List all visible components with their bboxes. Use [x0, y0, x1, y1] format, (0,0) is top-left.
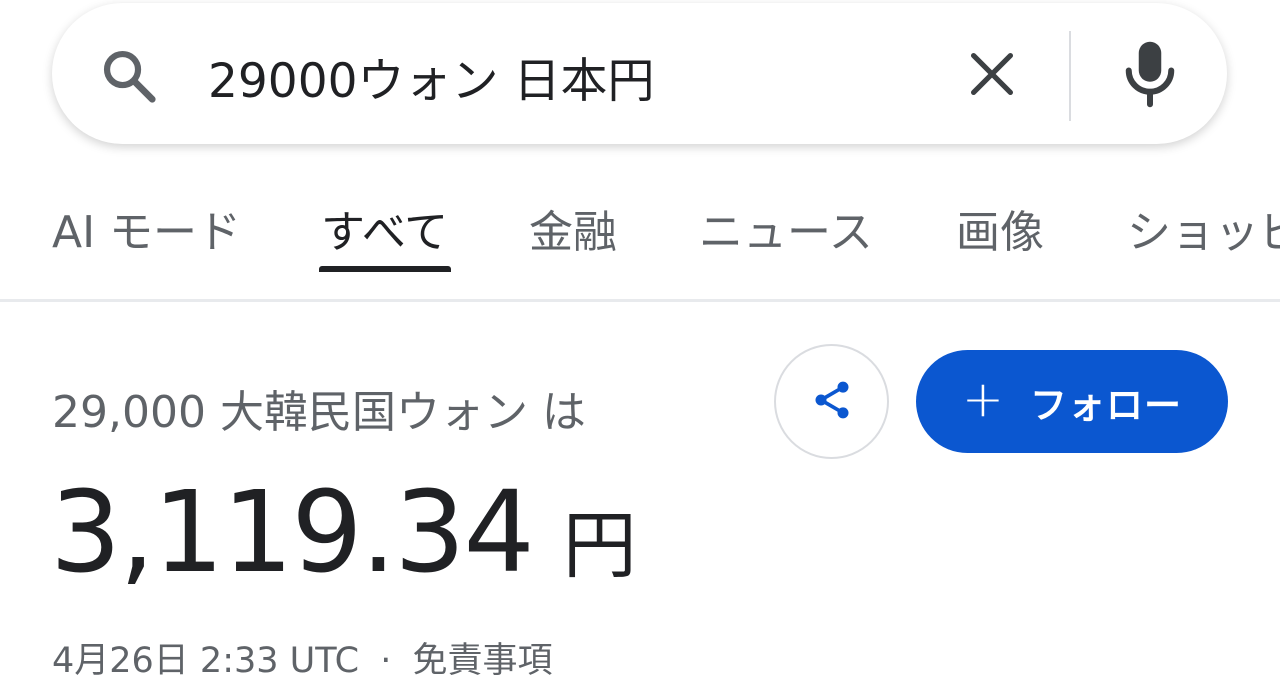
- tab-ai-mode[interactable]: AI モード: [52, 196, 241, 260]
- separator-dot: ·: [380, 641, 392, 681]
- clear-button[interactable]: [952, 39, 1032, 113]
- currency-unit: 円: [562, 503, 637, 589]
- close-icon: [966, 48, 1018, 104]
- disclaimer-link[interactable]: 免責事項: [412, 641, 552, 681]
- share-button[interactable]: [774, 344, 889, 459]
- converted-amount: 3,119.34: [50, 468, 535, 598]
- tab-finance[interactable]: 金融: [529, 196, 617, 260]
- voice-search-button[interactable]: [1112, 35, 1188, 115]
- tabs-divider: [0, 299, 1280, 302]
- tab-images[interactable]: 画像: [956, 196, 1044, 260]
- timestamp: 4月26日 2:33 UTC: [52, 641, 360, 681]
- conversion-result: 3,119.34 円: [50, 468, 637, 598]
- search-divider: [1069, 31, 1071, 121]
- tab-all[interactable]: すべて: [321, 196, 448, 260]
- result-footer: 4月26日 2:33 UTC · 免責事項: [52, 632, 552, 683]
- conversion-source: 29,000 大韓民国ウォン は: [52, 387, 586, 438]
- search-input[interactable]: [208, 39, 928, 113]
- follow-button[interactable]: + フォロー: [916, 350, 1228, 453]
- plus-icon: +: [962, 369, 1004, 428]
- follow-label: フォロー: [1029, 383, 1182, 427]
- tab-news[interactable]: ニュース: [699, 196, 873, 260]
- active-tab-indicator: [319, 266, 451, 272]
- microphone-icon: [1120, 38, 1180, 112]
- share-icon: [810, 378, 854, 426]
- search-bar: [52, 3, 1227, 144]
- tab-shopping[interactable]: ショッピ: [1127, 196, 1280, 260]
- search-tabs: AI モード すべて 金融 ニュース 画像 ショッピ: [0, 170, 1280, 300]
- search-icon[interactable]: [98, 45, 160, 107]
